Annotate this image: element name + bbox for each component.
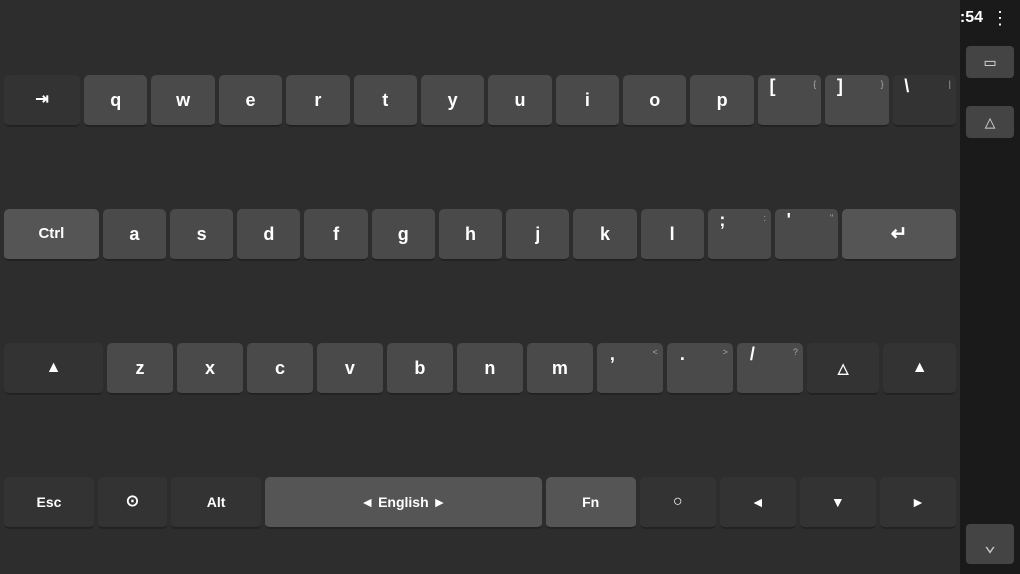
key-a[interactable]: a [103, 209, 166, 261]
key-tab[interactable]: ⇥ [4, 75, 80, 127]
key-b[interactable]: b [387, 343, 453, 395]
key-w[interactable]: w [151, 75, 214, 127]
right-panel: ▭ △ ⌄ [960, 36, 1020, 574]
key-l[interactable]: l [641, 209, 704, 261]
language-key[interactable]: ◄ English ► [265, 477, 542, 529]
key-c[interactable]: c [247, 343, 313, 395]
key-e[interactable]: e [219, 75, 282, 127]
keyboard-hide-button[interactable]: ⌄ [966, 524, 1014, 564]
key-y[interactable]: y [421, 75, 484, 127]
home-key[interactable]: ○ [640, 477, 716, 529]
key-x[interactable]: x [177, 343, 243, 395]
fn-key[interactable]: Fn [546, 477, 636, 529]
recent-apps-button[interactable]: ▭ [966, 46, 1014, 78]
key-period[interactable]: >. [667, 343, 733, 395]
keyboard-row-qwerty: ⇥ q w e r t y u i o p {[ }] |\ [4, 75, 956, 127]
down-arrow-key[interactable]: ▼ [800, 477, 876, 529]
key-s[interactable]: s [170, 209, 233, 261]
keyboard-row-asdf: Ctrl a s d f g h j k l :; "' ↵ [4, 209, 956, 261]
left-arrow-key[interactable]: ◄ [720, 477, 796, 529]
key-bracket-open[interactable]: {[ [758, 75, 821, 127]
right-arrow-key[interactable]: ► [880, 477, 956, 529]
key-u[interactable]: u [488, 75, 551, 127]
key-r[interactable]: r [286, 75, 349, 127]
key-quote[interactable]: "' [775, 209, 838, 261]
key-q[interactable]: q [84, 75, 147, 127]
key-slash[interactable]: ?/ [737, 343, 803, 395]
overflow-menu-icon[interactable]: ⋮ [991, 8, 1010, 29]
esc-key[interactable]: Esc [4, 477, 94, 529]
key-h[interactable]: h [439, 209, 502, 261]
terminal-area: u0_a64@android:/ $ df Filesystem Size Us… [0, 36, 960, 574]
shift-left-key[interactable]: ▲ [4, 343, 103, 395]
key-v[interactable]: v [317, 343, 383, 395]
keyboard-row-bottom: Esc ⊙ Alt ◄ English ► Fn ○ ◄ ▼ ► [4, 477, 956, 529]
key-t[interactable]: t [354, 75, 417, 127]
settings-key[interactable]: ⊙ [98, 477, 167, 529]
key-bracket-close[interactable]: }] [825, 75, 888, 127]
key-comma[interactable]: <, [597, 343, 663, 395]
key-f[interactable]: f [304, 209, 367, 261]
key-z[interactable]: z [107, 343, 173, 395]
alt-key[interactable]: Alt [171, 477, 261, 529]
shift-right-key[interactable]: ▲ [883, 343, 956, 395]
virtual-keyboard: !~ !1 @2 #3 $4 %5 ^6 [0, 0, 960, 574]
key-backslash[interactable]: |\ [893, 75, 956, 127]
keyboard-row-zxcv: ▲ z x c v b n m <, >. ?/ △ ▲ [4, 343, 956, 395]
key-p[interactable]: p [690, 75, 753, 127]
enter-key[interactable]: ↵ [842, 209, 956, 261]
key-j[interactable]: j [506, 209, 569, 261]
ctrl-key[interactable]: Ctrl [4, 209, 99, 261]
key-g[interactable]: g [372, 209, 435, 261]
up-arrow-key[interactable]: △ [807, 343, 880, 395]
home-side-button[interactable]: △ [966, 106, 1014, 138]
key-semicolon[interactable]: :; [708, 209, 771, 261]
key-o[interactable]: o [623, 75, 686, 127]
key-d[interactable]: d [237, 209, 300, 261]
key-m[interactable]: m [527, 343, 593, 395]
key-n[interactable]: n [457, 343, 523, 395]
key-k[interactable]: k [573, 209, 636, 261]
key-i[interactable]: i [556, 75, 619, 127]
